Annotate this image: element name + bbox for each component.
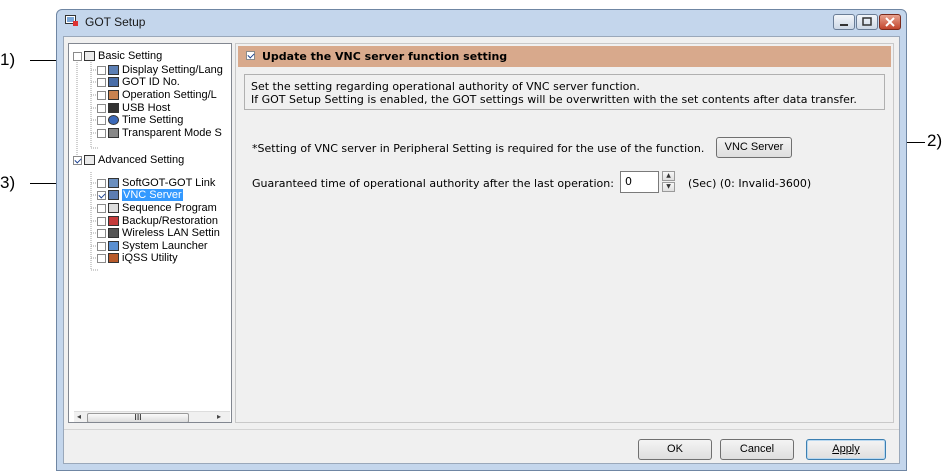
tree-checkbox[interactable]: [97, 253, 106, 263]
footer-separator: [64, 429, 899, 430]
tree-checkbox[interactable]: [97, 90, 106, 100]
close-icon: [885, 17, 895, 27]
tree-checkbox[interactable]: [97, 65, 106, 75]
tree-checkbox[interactable]: [97, 103, 106, 113]
tree-item-system-launcher[interactable]: System Launcher: [97, 240, 208, 252]
got-setup-window: GOT Setup Basic Setting Display Setting/…: [56, 9, 907, 471]
tree-checkbox[interactable]: [73, 51, 82, 61]
tree-item-sequence-program[interactable]: Sequence Program: [97, 202, 217, 214]
tree-checkbox[interactable]: [97, 216, 106, 226]
id-icon: [108, 77, 119, 88]
guaranteed-time-range: (Sec) (0: Invalid-3600): [688, 177, 812, 190]
peripheral-note: *Setting of VNC server in Peripheral Set…: [252, 142, 705, 155]
tree-item-backup-restoration[interactable]: Backup/Restoration: [97, 215, 218, 227]
clock-icon: [108, 115, 119, 126]
operation-icon: [108, 90, 119, 101]
display-icon: [108, 65, 119, 76]
guaranteed-time-spinner[interactable]: ▲ ▼: [662, 171, 675, 193]
tree-checkbox[interactable]: [97, 190, 106, 200]
tree-checkbox[interactable]: [97, 77, 106, 87]
header-bar: Update the VNC server function setting: [238, 46, 891, 67]
ok-button[interactable]: OK: [638, 439, 712, 460]
tree-checkbox[interactable]: [97, 241, 106, 251]
sequence-icon: [108, 203, 119, 214]
title-bar[interactable]: GOT Setup: [57, 10, 906, 34]
vnc-server-button[interactable]: VNC Server: [716, 137, 792, 158]
tree-item-display-setting[interactable]: Display Setting/Lang: [97, 64, 223, 76]
guaranteed-time-value[interactable]: 0: [625, 175, 632, 188]
tree-item-operation-setting[interactable]: Operation Setting/L: [97, 89, 217, 101]
close-button[interactable]: [879, 14, 901, 30]
tree-item-usb-host[interactable]: USB Host: [97, 102, 170, 114]
settings-tree[interactable]: Basic Setting Display Setting/Lang GOT I…: [68, 43, 232, 423]
tree-item-got-id[interactable]: GOT ID No.: [97, 76, 180, 88]
tree-checkbox[interactable]: [73, 155, 82, 165]
cancel-button[interactable]: Cancel: [720, 439, 794, 460]
wireless-icon: [108, 228, 119, 239]
callout-1: 1): [0, 50, 16, 69]
minimize-button[interactable]: [833, 14, 855, 30]
guaranteed-time-input[interactable]: 0: [620, 171, 659, 193]
backup-icon: [108, 216, 119, 227]
spin-up-icon[interactable]: ▲: [662, 171, 675, 181]
tree-item-softgot-link[interactable]: SoftGOT-GOT Link: [97, 177, 215, 189]
update-vnc-checkbox[interactable]: [246, 51, 255, 60]
tree-checkbox[interactable]: [97, 228, 106, 238]
vnc-icon: [108, 190, 119, 201]
got-setup-icon: [65, 15, 79, 27]
launcher-icon: [108, 241, 119, 252]
settings-panel: Update the VNC server function setting S…: [235, 43, 894, 423]
scroll-thumb[interactable]: III: [87, 413, 189, 422]
tree-item-advanced-setting[interactable]: Advanced Setting: [73, 154, 184, 166]
maximize-button[interactable]: [856, 14, 878, 30]
tree-checkbox[interactable]: [97, 128, 106, 138]
tree-checkbox[interactable]: [97, 203, 106, 213]
link-icon: [108, 178, 119, 189]
tree-checkbox[interactable]: [97, 115, 106, 125]
basic-setting-icon: [84, 51, 95, 62]
scroll-left-icon[interactable]: ◂: [74, 412, 84, 422]
tree-item-wireless-lan[interactable]: Wireless LAN Settin: [97, 227, 220, 239]
tree-item-vnc-server[interactable]: VNC Server: [97, 189, 183, 202]
transparent-icon: [108, 128, 119, 139]
callout-3: 3): [0, 173, 16, 192]
tree-checkbox[interactable]: [97, 178, 106, 188]
client-area: Basic Setting Display Setting/Lang GOT I…: [63, 36, 900, 464]
tree-item-time-setting[interactable]: Time Setting: [97, 114, 183, 126]
advanced-setting-icon: [84, 155, 95, 166]
apply-button[interactable]: Apply: [806, 439, 886, 460]
window-title: GOT Setup: [85, 15, 146, 29]
info-line-1: Set the setting regarding operational au…: [251, 80, 640, 93]
info-box: Set the setting regarding operational au…: [244, 74, 885, 110]
tree-item-basic-setting[interactable]: Basic Setting: [73, 50, 162, 62]
usb-icon: [108, 103, 119, 114]
guaranteed-time-label: Guaranteed time of operational authority…: [252, 177, 614, 190]
iqss-icon: [108, 253, 119, 264]
spin-down-icon[interactable]: ▼: [662, 182, 675, 192]
info-line-2: If GOT Setup Setting is enabled, the GOT…: [251, 93, 857, 106]
tree-horizontal-scrollbar[interactable]: ◂ III ▸: [74, 411, 230, 422]
tree-item-transparent-mode[interactable]: Transparent Mode S: [97, 127, 222, 139]
tree-item-iqss-utility[interactable]: iQSS Utility: [97, 252, 178, 264]
callout-2: 2): [927, 131, 943, 150]
update-vnc-label[interactable]: Update the VNC server function setting: [262, 50, 507, 63]
scroll-right-icon[interactable]: ▸: [214, 412, 224, 422]
